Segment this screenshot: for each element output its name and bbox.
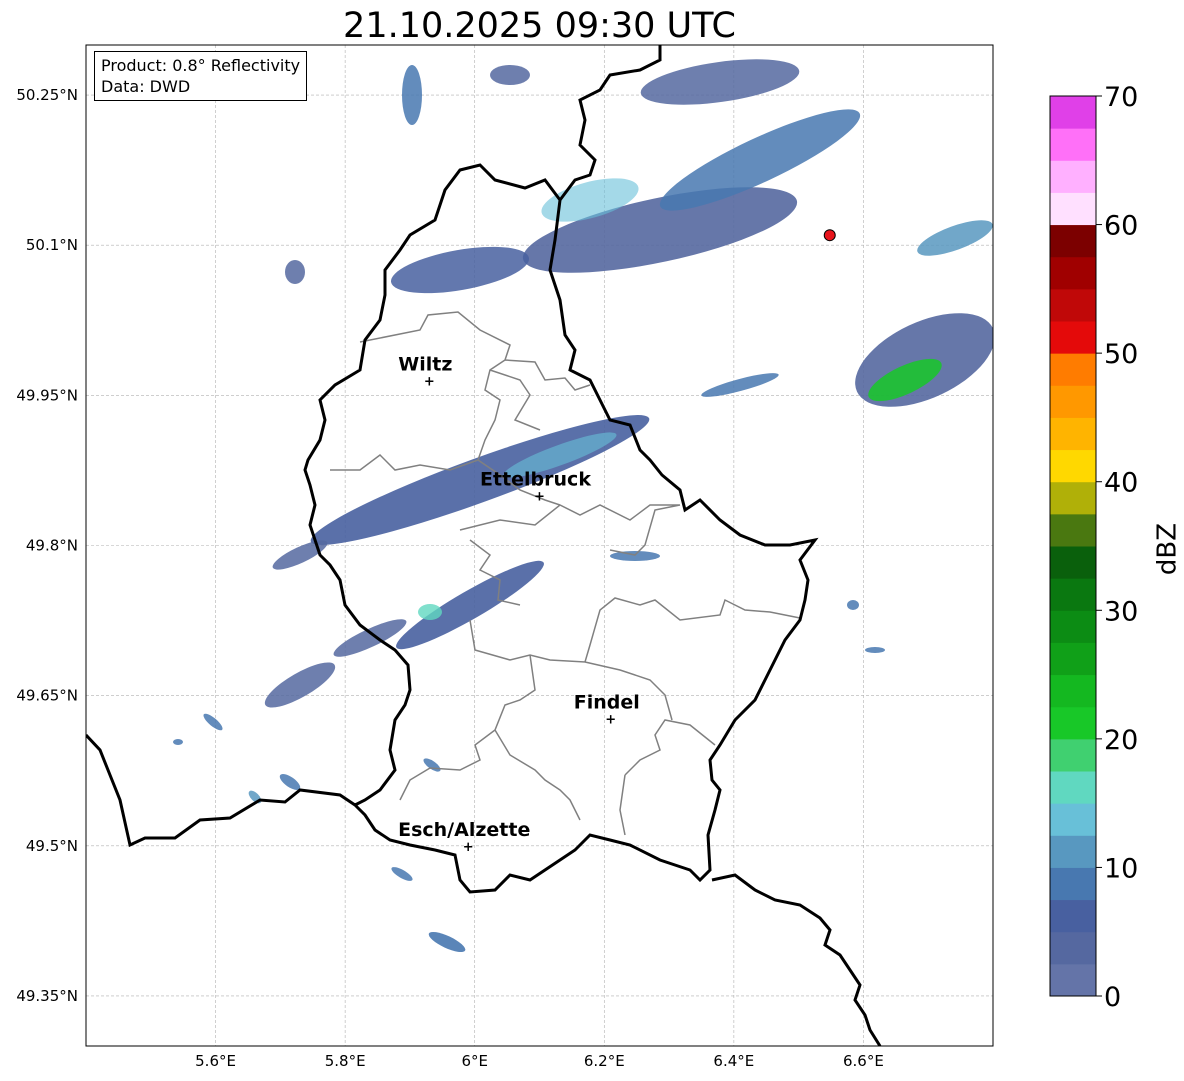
echo-south-11: [173, 739, 183, 745]
gridlines: [86, 45, 993, 1046]
echo-north-8: [285, 260, 305, 284]
lat-tick-label: 50.1°N: [26, 236, 78, 254]
colorbar-segment: [1050, 771, 1096, 804]
lat-tick-label: 49.65°N: [16, 687, 78, 705]
colorbar-tick-label: 60: [1104, 211, 1138, 242]
colorbar-segment: [1050, 481, 1096, 515]
echo-north-6: [490, 65, 530, 85]
colorbar-tick-label: 40: [1104, 468, 1138, 499]
product-label: Product: 0.8° Reflectivity: [101, 56, 301, 75]
city-marker: +: [424, 374, 435, 389]
echo-south-1: [396, 560, 544, 650]
echo-north-3: [390, 246, 530, 294]
city-marker: +: [534, 489, 545, 504]
echo-north-1: [522, 187, 798, 273]
colorbar-segment: [1050, 738, 1096, 772]
echo-north-5: [640, 59, 800, 105]
radar-echoes: [173, 59, 993, 953]
lon-tick-label: 6.6°E: [843, 1052, 884, 1070]
colorbar-segment: [1050, 963, 1096, 997]
info-box: Product: 0.8° Reflectivity Data: DWD: [94, 51, 308, 101]
lat-tick-label: 50.25°N: [16, 86, 78, 104]
colorbar-segment: [1050, 353, 1096, 386]
colorbar-segment: [1050, 321, 1096, 354]
echo-south-5: [203, 713, 223, 731]
lat-tick-label: 49.5°N: [26, 837, 78, 855]
colorbar-tick-label: 70: [1104, 82, 1138, 113]
colorbar-segment: [1050, 803, 1096, 836]
colorbar-segment: [1050, 288, 1096, 322]
colorbar-segment: [1050, 417, 1096, 451]
radar-map: +Wiltz+Ettelbruck+Findel+Esch/Alzette 50…: [16, 44, 1183, 1070]
axes: 50.25°N 50.1°N 49.95°N 49.8°N 49.65°N 49.5°N 4…: [16, 44, 994, 1070]
echo-south-9: [391, 867, 413, 881]
echo-north-7: [402, 65, 422, 125]
colorbar-segment: [1050, 513, 1096, 547]
lon-tick-label: 6.2°E: [584, 1052, 625, 1070]
colorbar-segment: [1050, 610, 1096, 643]
colorbar-segment: [1050, 128, 1096, 161]
lon-tick-label: 5.8°E: [325, 1052, 366, 1070]
colorbar-segment: [1050, 224, 1096, 258]
city-label: Ettelbruck: [480, 468, 591, 490]
radar-site-marker: [823, 229, 836, 242]
colorbar-segment: [1050, 546, 1096, 579]
city-label: Wiltz: [398, 353, 452, 375]
colorbar-segment: [1050, 578, 1096, 611]
echo-south-10: [428, 931, 466, 953]
colorbar-segment: [1050, 899, 1096, 933]
colorbar-segment: [1050, 674, 1096, 708]
echo-east-7: [610, 551, 660, 561]
colorbar-segment: [1050, 160, 1096, 193]
lat-tick-label: 49.8°N: [26, 537, 78, 555]
lon-tick-label: 6°E: [461, 1052, 488, 1070]
colorbar-segment: [1050, 706, 1096, 740]
colorbar-segment: [1050, 931, 1096, 965]
echo-south-4: [264, 662, 336, 708]
echo-east-4: [701, 373, 779, 397]
colorbar-segment: [1050, 385, 1096, 418]
colorbar-tick-label: 20: [1104, 725, 1138, 756]
echo-east-3: [917, 220, 993, 256]
colorbar: 0 10 20 30 40 50 60 70: [1049, 82, 1138, 1013]
city-marker: +: [463, 840, 474, 855]
colorbar-tick-label: 10: [1104, 853, 1138, 884]
colorbar-segment: [1050, 256, 1096, 290]
colorbar-segment: [1050, 96, 1096, 129]
lon-tick-label: 5.6°E: [195, 1052, 236, 1070]
colorbar-segment: [1050, 867, 1096, 901]
colorbar-tick-label: 0: [1104, 982, 1121, 1013]
lat-tick-label: 49.35°N: [16, 987, 78, 1005]
lon-tick-label: 6.4°E: [713, 1052, 754, 1070]
echo-south-2: [418, 604, 442, 620]
colorbar-segment: [1050, 642, 1096, 676]
colorbar-segment: [1050, 192, 1096, 226]
colorbar-tick-label: 30: [1104, 596, 1138, 627]
city-label: Findel: [574, 692, 640, 714]
colorbar-segment: [1050, 835, 1096, 868]
colorbar-label: dBZ: [1153, 523, 1183, 575]
data-source-label: Data: DWD: [101, 77, 191, 96]
lat-tick-label: 49.95°N: [16, 386, 78, 404]
city-marker: +: [605, 713, 616, 728]
echo-east-5: [847, 600, 859, 610]
colorbar-tick-label: 50: [1104, 339, 1138, 370]
colorbar-segment: [1050, 449, 1096, 483]
echo-east-6: [865, 647, 885, 653]
city-label: Esch/Alzette: [398, 819, 530, 841]
